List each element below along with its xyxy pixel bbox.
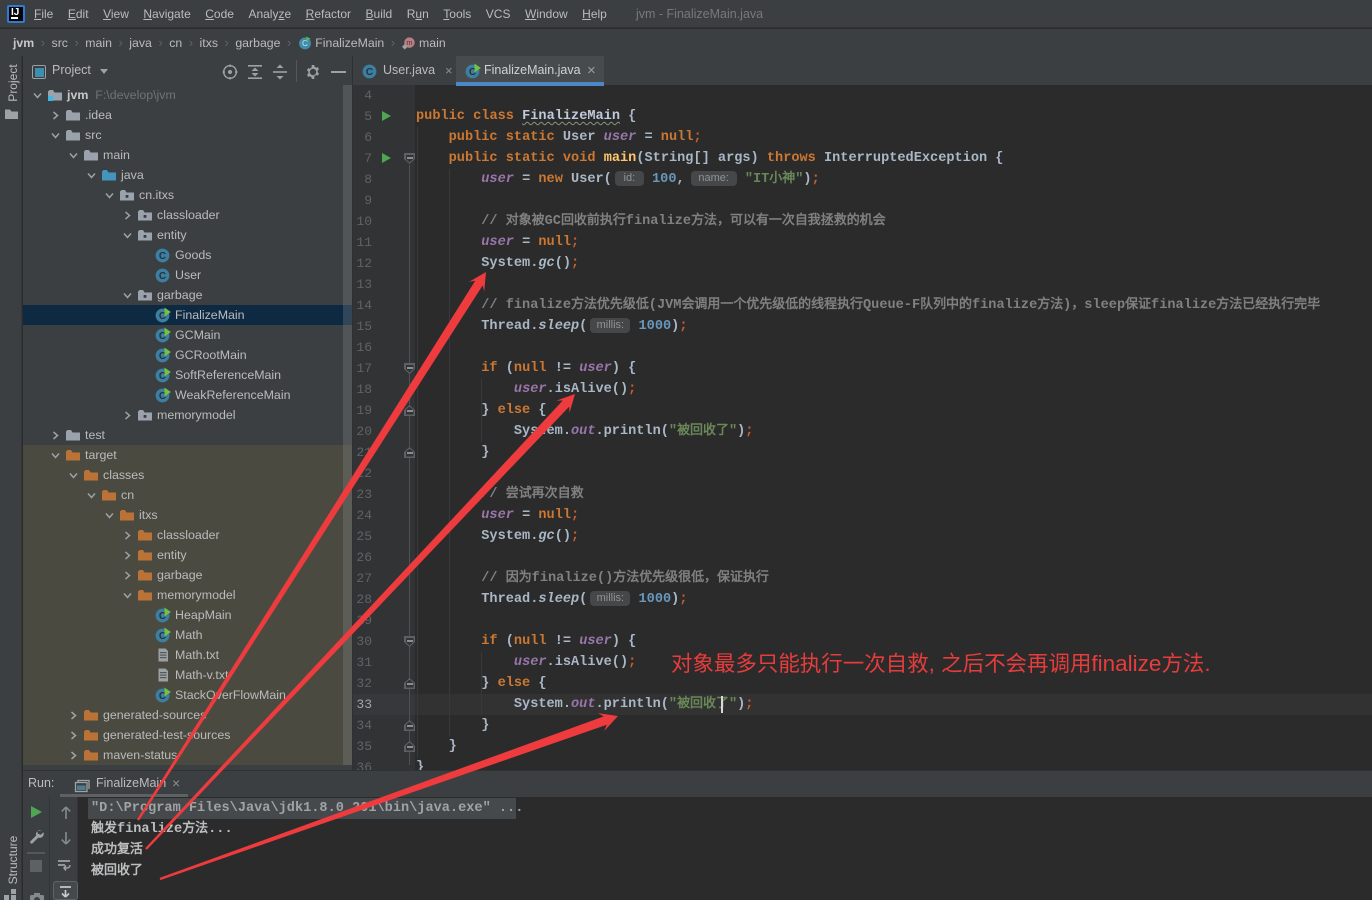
svg-text:m: m — [406, 38, 412, 47]
svg-text:C: C — [159, 251, 166, 262]
svg-text:C: C — [366, 67, 373, 78]
svg-text:C: C — [159, 271, 166, 282]
